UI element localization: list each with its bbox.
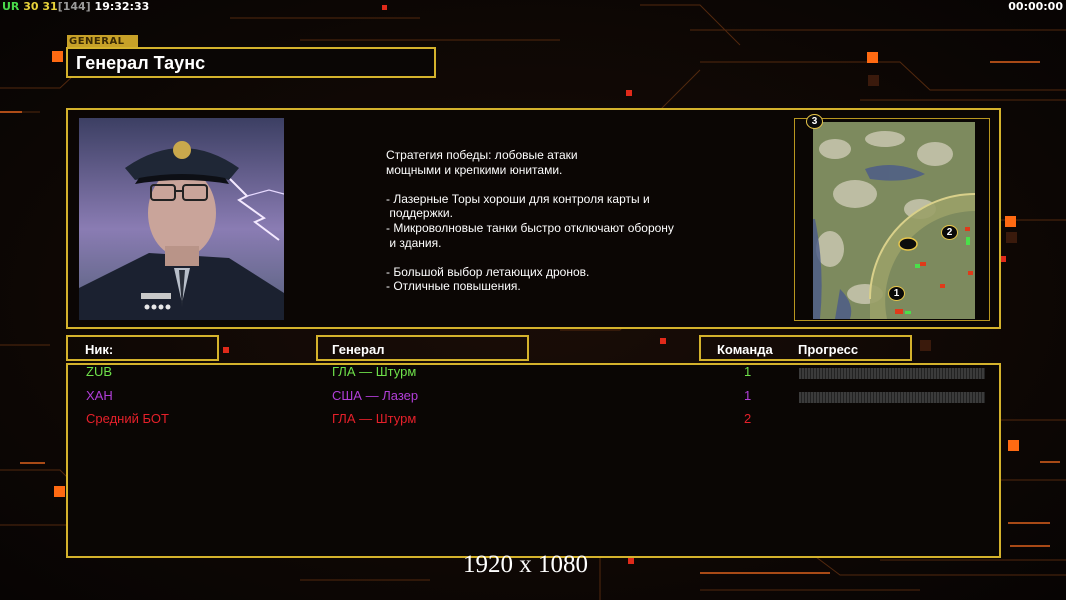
start-position-1[interactable]: 1 xyxy=(888,286,905,301)
player-team: 1 xyxy=(744,364,752,379)
hud-segment: 31 xyxy=(38,0,58,13)
hud-stats: UR 30 31[144] 19:32:33 xyxy=(2,0,149,13)
start-position-3[interactable]: 3 xyxy=(806,114,823,129)
player-general: ГЛА — Штурм xyxy=(332,411,417,426)
player-row[interactable]: Средний БОТ ГЛА — Штурм 2 xyxy=(0,411,1066,431)
general-portrait xyxy=(79,118,284,320)
hud-timer: 00:00:00 xyxy=(1008,0,1063,13)
header-progress: Прогресс xyxy=(798,342,859,357)
player-nick: ХАН xyxy=(86,388,113,403)
player-general: ГЛА — Штурм xyxy=(332,364,417,379)
hud-segment: 30 xyxy=(19,0,39,13)
player-general: США — Лазер xyxy=(332,388,419,403)
strategy-description: Стратегия победы: лобовые атаки мощными … xyxy=(386,148,674,294)
player-row[interactable]: ХАН США — Лазер 1 xyxy=(0,388,1066,408)
player-progress-bar xyxy=(799,368,985,379)
header-general: Генерал xyxy=(332,342,385,357)
player-nick: ZUB xyxy=(86,364,112,379)
header-nick-box: Ник: xyxy=(66,335,219,361)
header-nick: Ник: xyxy=(85,342,114,357)
player-row[interactable]: ZUB ГЛА — Штурм 1 xyxy=(0,364,1066,384)
player-team: 2 xyxy=(744,411,752,426)
player-progress-bar xyxy=(799,392,985,403)
start-position-2[interactable]: 2 xyxy=(941,225,958,240)
header-general-box: Генерал xyxy=(316,335,529,361)
player-nick: Средний БОТ xyxy=(86,411,169,426)
header-team: Команда xyxy=(717,342,773,357)
hud-segment: [144] xyxy=(57,0,91,13)
resolution-label: 1920 x 1080 xyxy=(463,551,588,578)
general-title-box: Генерал Таунс xyxy=(66,47,436,78)
hud-segment: 19:32:33 xyxy=(90,0,150,13)
hud-segment: UR xyxy=(2,0,20,13)
player-team: 1 xyxy=(744,388,752,403)
header-team-progress-box: Команда Прогресс xyxy=(699,335,912,361)
general-name: Генерал Таунс xyxy=(76,53,206,73)
